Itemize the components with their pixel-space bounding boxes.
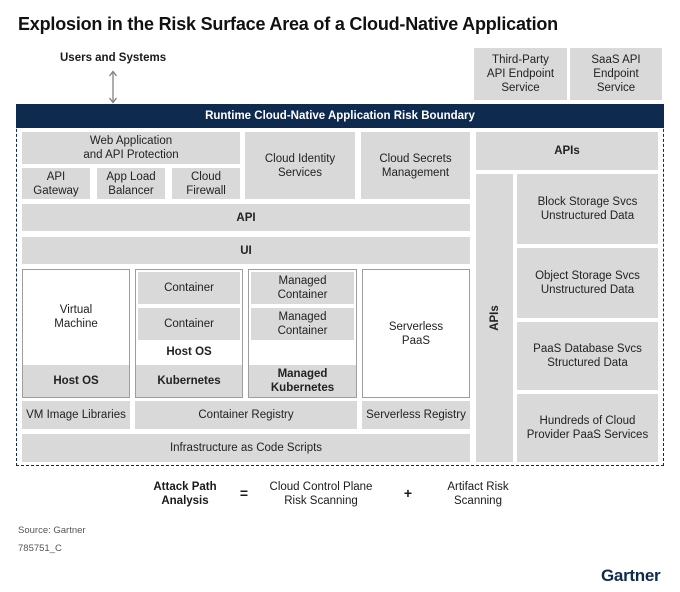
managed-container-box: Managed Container bbox=[251, 272, 354, 304]
object-storage-box: Object Storage Svcs Unstructured Data bbox=[517, 248, 658, 318]
saas-api-endpoint-box: SaaS API Endpoint Service bbox=[570, 48, 662, 100]
waap-box: Web Application and API Protection bbox=[22, 132, 240, 164]
users-and-systems-label: Users and Systems bbox=[60, 52, 167, 64]
vm-image-libraries-box: VM Image Libraries bbox=[22, 401, 130, 429]
cloud-control-plane-label: Cloud Control Plane Risk Scanning bbox=[269, 481, 373, 507]
apis-vertical-label: APIs bbox=[488, 305, 501, 331]
ui-bar: UI bbox=[22, 237, 470, 264]
container-box: Container bbox=[138, 272, 240, 304]
host-os-box: Host OS bbox=[23, 365, 129, 397]
serverless-paas-box: Serverless PaaS bbox=[362, 269, 470, 398]
container-registry-box: Container Registry bbox=[135, 401, 357, 429]
serverless-registry-box: Serverless Registry bbox=[362, 401, 470, 429]
virtual-machine-label: Virtual Machine bbox=[23, 270, 129, 364]
third-party-api-endpoint-box: Third-Party API Endpoint Service bbox=[474, 48, 567, 100]
apis-header-box: APIs bbox=[476, 132, 658, 170]
gartner-logo: Gartner bbox=[601, 566, 661, 585]
source-note: Source: Gartner bbox=[18, 525, 86, 536]
managed-kubernetes-box: Managed Kubernetes bbox=[249, 365, 356, 397]
double-arrow-icon bbox=[109, 70, 117, 104]
cloud-firewall-box: Cloud Firewall bbox=[172, 168, 240, 199]
risk-boundary-header: Runtime Cloud-Native Application Risk Bo… bbox=[16, 104, 664, 128]
block-storage-box: Block Storage Svcs Unstructured Data bbox=[517, 174, 658, 244]
cloud-secrets-box: Cloud Secrets Management bbox=[361, 132, 470, 199]
figure-id: 785751_C bbox=[18, 543, 62, 554]
artifact-risk-label: Artifact Risk Scanning bbox=[447, 481, 509, 507]
host-os-label: Host OS bbox=[136, 342, 242, 362]
diagram-title: Explosion in the Risk Surface Area of a … bbox=[18, 14, 558, 34]
managed-container-box: Managed Container bbox=[251, 308, 354, 340]
app-load-balancer-box: App Load Balancer bbox=[97, 168, 165, 199]
kubernetes-box: Kubernetes bbox=[136, 365, 242, 397]
attack-path-analysis-label: Attack Path Analysis bbox=[153, 481, 217, 507]
paas-database-box: PaaS Database Svcs Structured Data bbox=[517, 322, 658, 390]
apis-vertical-box: APIs bbox=[476, 174, 513, 462]
container-box: Container bbox=[138, 308, 240, 340]
hundreds-paas-box: Hundreds of Cloud Provider PaaS Services bbox=[517, 394, 658, 462]
plus-sign: + bbox=[403, 485, 413, 501]
cloud-identity-box: Cloud Identity Services bbox=[245, 132, 355, 199]
api-bar: API bbox=[22, 204, 470, 231]
equals-sign: = bbox=[239, 485, 249, 501]
iac-scripts-box: Infrastructure as Code Scripts bbox=[22, 434, 470, 462]
api-gateway-box: API Gateway bbox=[22, 168, 90, 199]
